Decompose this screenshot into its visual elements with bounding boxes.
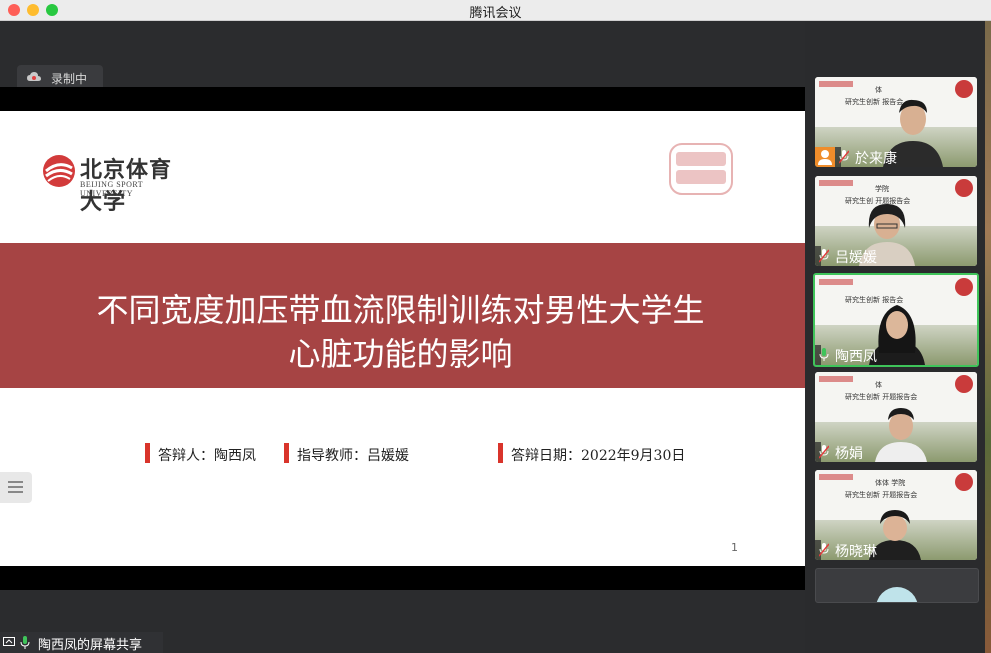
university-emblem-icon [43,155,75,187]
participant-video [875,408,927,462]
participant-name-tag: 杨娟 [815,442,863,462]
participant-name: 杨娟 [835,446,863,462]
participant-tile[interactable]: 体 研究生创新 开题报告会 杨娟 [815,372,977,462]
info-marker [145,443,150,463]
emblem-badge-icon [955,473,973,491]
participant-name: 杨晓琳 [835,544,877,560]
screen-share-indicator[interactable]: 陶西凤的屏幕共享 [0,632,163,653]
poster-text: 学院 [875,185,889,193]
person-icon [818,150,832,165]
avatar [815,147,835,167]
poster-text: 体体 学院 [875,479,906,487]
advisor-text: 指导教师：吕媛媛 [297,448,409,464]
screen-share-label: 陶西凤的屏幕共享 [38,638,143,653]
slide-title-line2: 心脏功能的影响 [288,335,513,373]
participant-name: 於来康 [855,151,897,167]
desktop-edge [985,21,991,653]
participant-name-tag: 於来康 [835,147,897,167]
microphone-icon [20,636,30,649]
date-text: 答辩日期：2022年9月30日 [511,448,686,464]
microphone-muted-icon [839,150,849,164]
participant-tile[interactable]: 体体 学院 研究生创新 开题报告会 杨晓琳 [815,470,977,560]
slide-page-number: 1 [731,541,738,554]
slide-page: 北京体育大学 BEIJING SPORT UNIVERSITY 不同宽度加压带血… [0,111,805,566]
participant-name-tag: 陶西凤 [815,345,877,365]
participant-name: 陶西凤 [835,349,877,365]
presentation-slide: 北京体育大学 BEIJING SPORT UNIVERSITY 不同宽度加压带血… [0,87,805,590]
emblem-badge-icon [955,179,973,197]
decorative-stamp-icon [669,143,733,195]
emblem-badge-icon [955,375,973,393]
participant-tile-active[interactable]: 研究生创新 报告会 陶西凤 [813,273,979,367]
poster-text: 体 [875,86,882,94]
defender-text: 答辩人：陶西凤 [158,448,256,464]
emblem-badge-icon [955,80,973,98]
microphone-muted-icon [819,249,829,263]
info-marker [498,443,503,463]
participant-tile[interactable] [815,568,979,603]
poster-text: 体 [875,381,882,389]
microphone-muted-icon [819,445,829,459]
participant-name: 吕媛媛 [835,250,877,266]
microphone-muted-icon [819,543,829,557]
window-title: 腾讯会议 [469,6,522,21]
participant-tile[interactable]: 学院 研究生创 开题报告会 吕媛媛 [815,176,977,266]
screen-share-icon [3,637,15,646]
logo-english-name: BEIJING SPORT UNIVERSITY [80,180,143,198]
emblem-badge-icon [955,278,973,296]
microphone-active-icon [819,348,829,361]
participant-name-tag: 吕媛媛 [815,246,877,266]
side-menu-button[interactable] [0,472,32,503]
title-band: 不同宽度加压带血流限制训练对男性大学生 心脏功能的影响 [0,243,805,388]
participant-tile[interactable]: 体 研究生创新 报告会 於来康 [815,77,977,167]
cloud-record-icon [27,72,41,81]
university-logo: 北京体育大学 BEIJING SPORT UNIVERSITY [42,152,192,215]
participant-name-tag: 杨晓琳 [815,540,877,560]
recording-label: 录制中 [51,72,88,86]
avatar [876,587,918,602]
info-marker [284,443,289,463]
slide-title-line1: 不同宽度加压带血流限制训练对男性大学生 [96,291,705,329]
window-titlebar: 腾讯会议 [0,0,991,21]
